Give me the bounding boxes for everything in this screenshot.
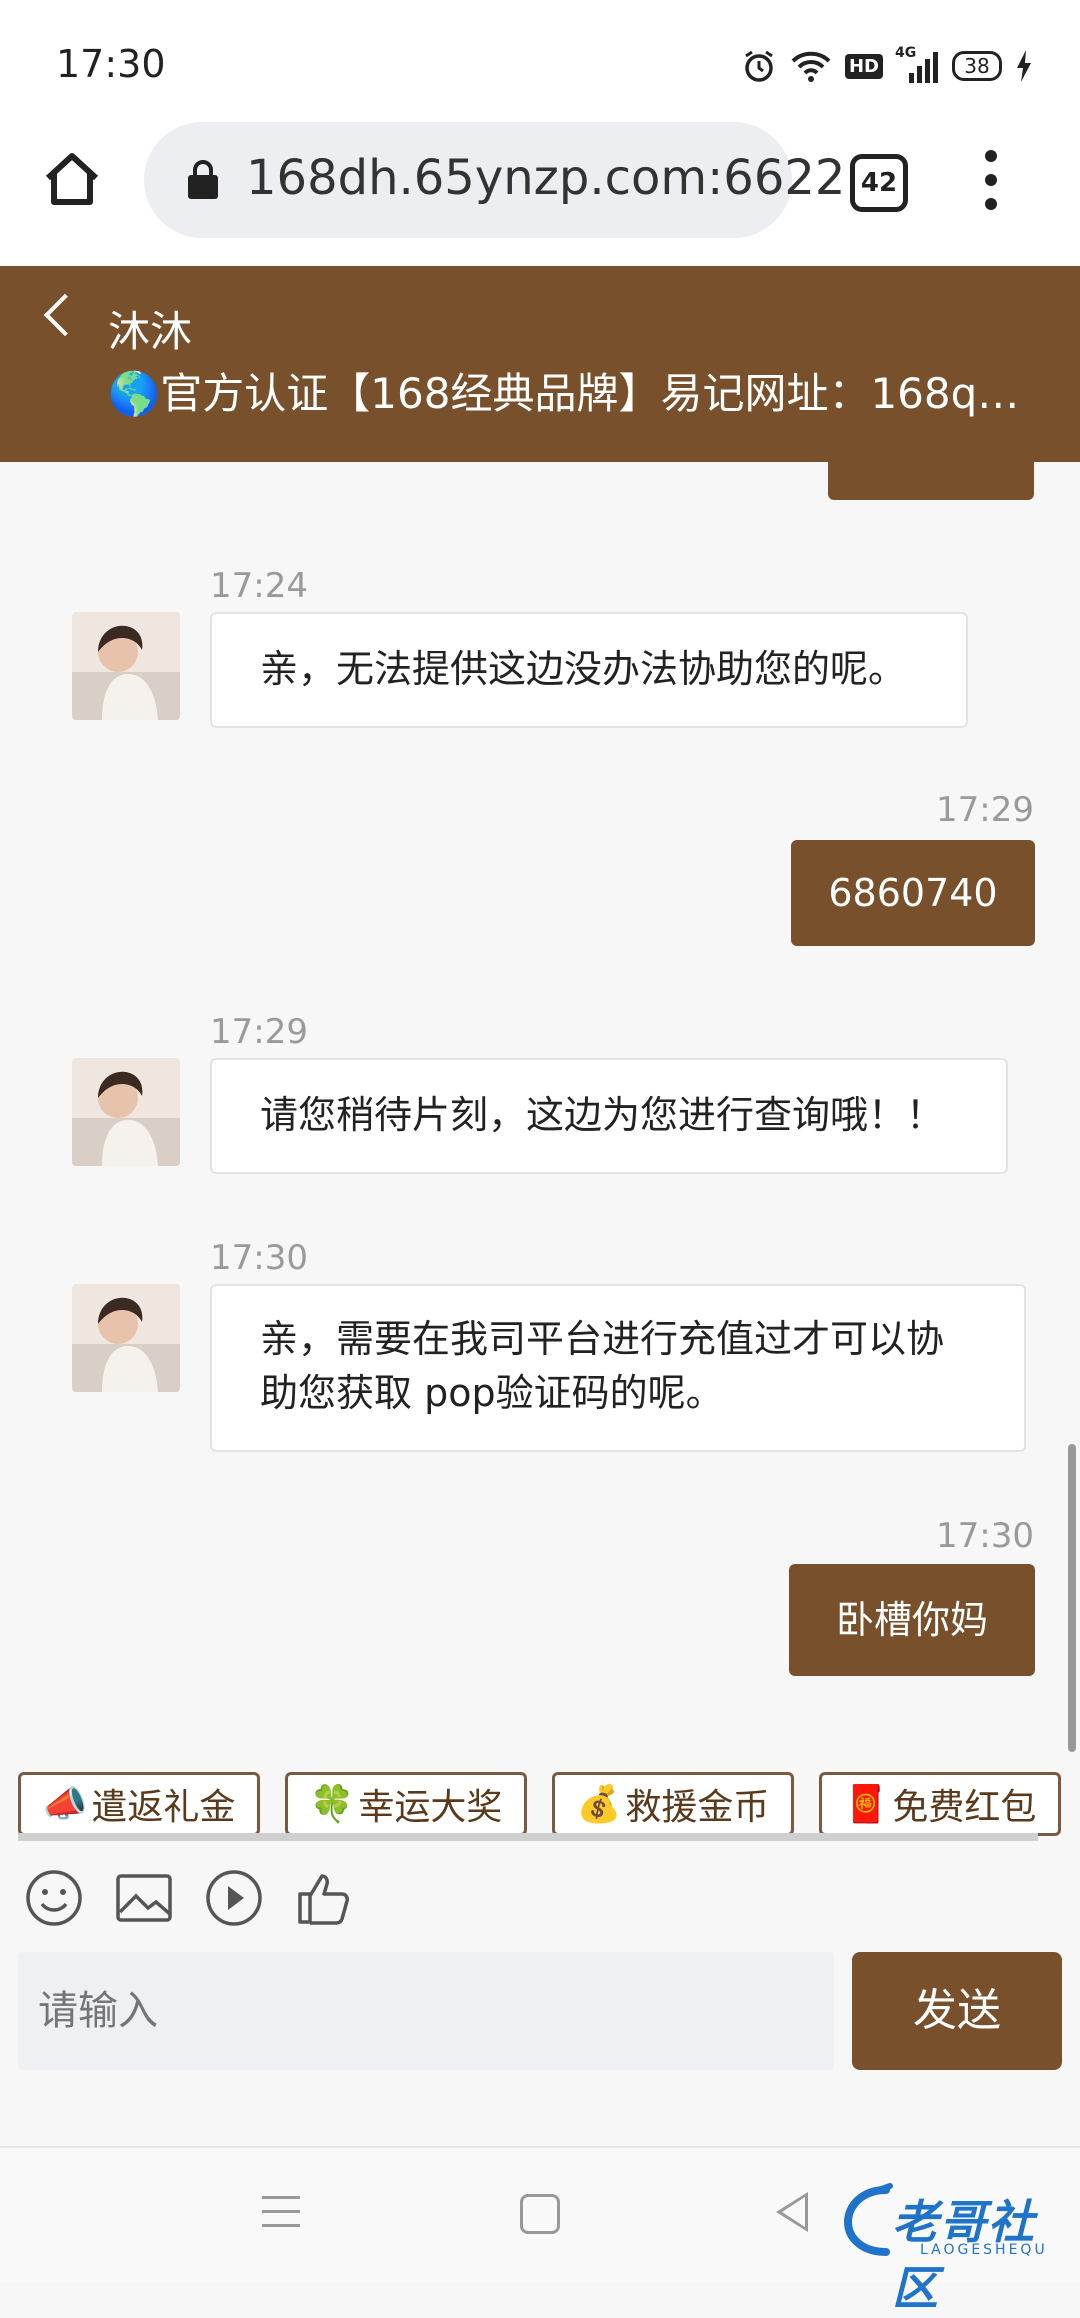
watermark-subtext: LAOGESHEQU [920, 2242, 1048, 2258]
avatar[interactable] [72, 1058, 180, 1166]
avatar[interactable] [72, 1284, 180, 1392]
hd-icon: HD [844, 53, 883, 79]
avatar[interactable] [72, 612, 180, 720]
chat-notice: 🌎官方认证【168经典品牌】易记网址：168qp8... [108, 369, 1038, 418]
message-bubble-incoming: 亲，需要在我司平台进行充值过才可以协助您获取 pop验证码的呢。 [210, 1284, 1026, 1452]
money-bag-icon: 💰 [576, 1784, 622, 1825]
quick-buttons-scrollbar[interactable] [18, 1833, 1038, 1841]
message-bubble-incoming: 亲，无法提供这边没办法协助您的呢。 [210, 612, 968, 728]
red-envelope-icon: 🧧 [843, 1784, 889, 1825]
megaphone-icon: 📣 [42, 1784, 88, 1825]
message-time: 17:30 [210, 1238, 308, 1278]
emoji-icon[interactable] [24, 1868, 84, 1928]
quick-button-lucky-prize[interactable]: 🍀 幸运大奖 [285, 1772, 527, 1836]
status-icons: HD 4G 38 [741, 44, 1032, 88]
scrollbar[interactable] [1068, 1444, 1076, 1752]
wifi-icon [791, 51, 831, 82]
tabs-button[interactable]: 42 [850, 154, 908, 212]
message-time: 17:24 [210, 566, 308, 606]
overflow-menu-icon[interactable] [985, 150, 997, 222]
menu-nav-icon[interactable] [262, 2196, 300, 2238]
charging-icon [1017, 50, 1031, 82]
message-time: 17:29 [210, 1012, 308, 1052]
previous-message-bubble [828, 462, 1034, 500]
clover-icon: 🍀 [309, 1784, 355, 1825]
home-icon[interactable] [42, 150, 102, 206]
video-icon[interactable] [204, 1868, 264, 1928]
quick-button-red-packet[interactable]: 🧧 免费红包 [819, 1772, 1061, 1836]
quick-button-rebate[interactable]: 📣 遣返礼金 [18, 1772, 260, 1836]
quick-button-rescue-coins[interactable]: 💰 救援金币 [552, 1772, 794, 1836]
send-button[interactable]: 发送 [852, 1952, 1062, 2070]
signal-icon: 4G [895, 45, 938, 83]
image-icon[interactable] [114, 1868, 174, 1928]
chat-title: 沐沐 [108, 307, 193, 356]
message-bubble-incoming: 请您稍待片刻，这边为您进行查询哦！！ [210, 1058, 1008, 1174]
status-time: 17:30 [56, 42, 166, 86]
alarm-icon [745, 50, 773, 82]
lock-icon [188, 160, 218, 199]
message-bubble-outgoing: 卧槽你妈 [789, 1564, 1035, 1676]
message-input[interactable] [18, 1952, 834, 2070]
network-type: 4G [895, 45, 917, 61]
message-time: 17:29 [936, 790, 1034, 830]
battery-icon: 38 [952, 51, 1002, 81]
home-nav-icon[interactable] [520, 2194, 560, 2234]
message-time: 17:30 [936, 1516, 1034, 1556]
message-bubble-outgoing: 6860740 [791, 840, 1035, 946]
url-text[interactable]: 168dh.65ynzp.com:6622 [246, 150, 845, 206]
thumbs-up-icon[interactable] [294, 1868, 354, 1928]
